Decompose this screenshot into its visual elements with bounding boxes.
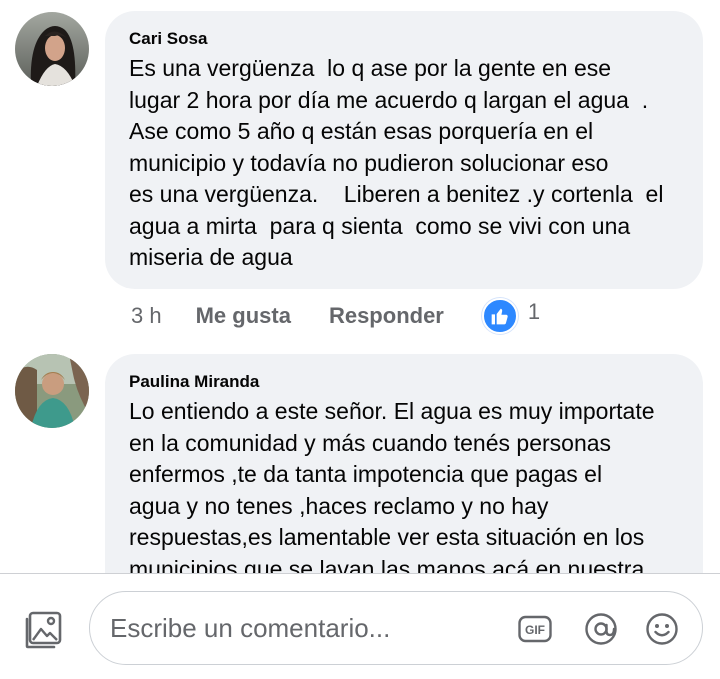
at-glyph: [585, 613, 617, 645]
comment-author[interactable]: Paulina Miranda: [129, 372, 679, 392]
gif-icon[interactable]: GIF: [518, 612, 552, 646]
comment-text-line: es una vergüenza. Liberen a benitez .y c…: [129, 181, 664, 207]
mention-icon[interactable]: [584, 612, 618, 646]
comment-actions: 3 h Me gusta Responder 1: [131, 296, 540, 336]
comment-text-line: municipio y todavía no pudieron solucion…: [129, 149, 609, 176]
comment-text-line: agua y no tenes ,haces reclamo y no hay: [129, 492, 549, 519]
comment-text: Es una vergüenza lo q ase por la gente e…: [129, 53, 679, 274]
reply-button[interactable]: Responder: [329, 303, 444, 329]
photo-icon[interactable]: [24, 610, 64, 650]
comment-text-line: en la comunidad y más cuando tenés perso…: [129, 429, 612, 456]
comment-text-line: Es una vergüenza lo q ase por la gente e…: [129, 55, 612, 81]
gif-label: GIF: [525, 623, 545, 637]
profile-photo-cari-sosa: [15, 12, 89, 86]
avatar[interactable]: [15, 354, 89, 428]
avatar[interactable]: [15, 12, 89, 86]
comment-text-line: miseria de agua: [129, 244, 293, 270]
comment-input-container[interactable]: GIF: [89, 591, 703, 665]
emoji-icon[interactable]: [645, 612, 679, 646]
comment-text-line: enfermos ,te da tanta impotencia que pag…: [129, 461, 603, 487]
comment-text-line: respuestas,es lamentable ver esta situac…: [129, 524, 645, 550]
comment-bubble[interactable]: Paulina Miranda Lo entiendo a este señor…: [105, 354, 703, 573]
comment-text-line: Ase como 5 año q están esas porquería en…: [129, 118, 594, 144]
like-button[interactable]: Me gusta: [196, 303, 291, 329]
like-icon: [481, 298, 518, 334]
reaction-summary[interactable]: 1: [481, 298, 541, 334]
comment-text-line: municipios que se lavan las manos acá en…: [129, 555, 645, 574]
comment-bubble[interactable]: Cari Sosa Es una vergüenza lo q ase por …: [105, 11, 703, 289]
comment-author[interactable]: Cari Sosa: [129, 29, 679, 49]
reaction-count: 1: [527, 299, 541, 324]
comment-text: Lo entiendo a este señor. El agua es muy…: [129, 396, 679, 573]
comment-text-line: Lo entiendo a este señor. El agua es muy…: [129, 398, 655, 424]
gif-glyph: GIF: [518, 615, 552, 643]
comment-composer: GIF: [0, 573, 720, 679]
comment-text-line: lugar 2 hora por día me acuerdo q largan…: [129, 86, 649, 113]
comments-list[interactable]: Cari Sosa Es una vergüenza lo q ase por …: [0, 0, 720, 573]
comment-input[interactable]: [110, 592, 510, 664]
comment-timestamp[interactable]: 3 h: [131, 303, 162, 329]
thumbs-up-glyph: [491, 308, 508, 325]
photo-glyph: [25, 611, 62, 649]
smiley-glyph: [646, 613, 678, 645]
profile-photo-paulina-miranda: [15, 354, 89, 428]
comment-text-line: agua a mirta para q sienta como se vivi …: [129, 212, 631, 239]
